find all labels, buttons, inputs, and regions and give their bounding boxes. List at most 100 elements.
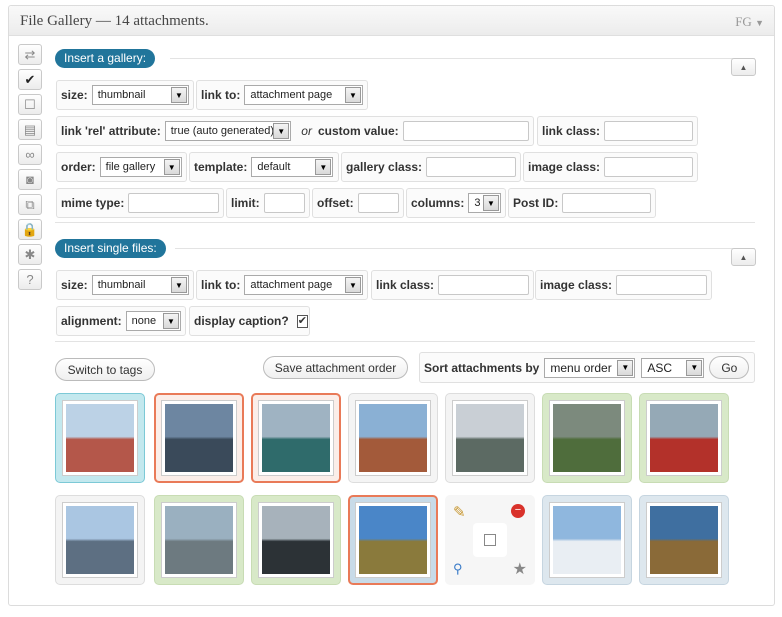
gallery-limit-group: limit:	[226, 188, 310, 218]
gallery-columns-group: columns: 3 ▼	[406, 188, 506, 218]
chevron-down-icon[interactable]: ▼	[163, 159, 180, 175]
attachment-thumbnail[interactable]	[251, 495, 341, 585]
single-link-to-select[interactable]: attachment page ▼	[244, 275, 363, 295]
photo	[553, 404, 621, 472]
attachment-image[interactable]	[161, 400, 237, 476]
triangle-down-icon[interactable]: ▼	[755, 18, 764, 28]
chevron-down-icon[interactable]: ▼	[315, 159, 332, 175]
gallery-size-select[interactable]: thumbnail ▼	[91, 85, 189, 105]
attachment-thumbnail[interactable]	[251, 393, 341, 483]
attachment-image[interactable]	[355, 502, 431, 578]
gallery-order-select[interactable]: file gallery ▼	[99, 157, 182, 177]
display-caption-checkbox[interactable]: ✔	[296, 314, 308, 328]
attachment-thumbnail[interactable]	[154, 495, 244, 585]
chevron-down-icon[interactable]: ▼	[171, 87, 187, 103]
gallery-image-class-input[interactable]	[604, 157, 693, 177]
settings-button[interactable]: ✱	[18, 244, 42, 265]
gallery-link-class-input[interactable]	[604, 121, 693, 141]
check-all-button[interactable]: ✔	[18, 69, 42, 90]
collapse-gallery-button[interactable]: ▲	[731, 58, 756, 76]
photo	[553, 506, 621, 574]
gallery-template-select[interactable]: default ▼	[251, 157, 334, 177]
copy-button[interactable]: ▤	[18, 119, 42, 140]
attachment-thumbnail[interactable]	[542, 495, 632, 585]
alignment-select[interactable]: none ▼	[125, 311, 181, 331]
attachment-image[interactable]	[355, 400, 431, 476]
attachment-thumbnail[interactable]	[542, 393, 632, 483]
attachment-image[interactable]	[549, 502, 625, 578]
copy-all-button[interactable]: ⧉	[18, 194, 42, 215]
attachment-image[interactable]	[62, 400, 138, 476]
columns-select[interactable]: 3 ▼	[468, 193, 501, 213]
lock-button[interactable]: 🔒	[18, 219, 42, 240]
attachment-thumbnail[interactable]	[154, 393, 244, 483]
attachment-thumbnail[interactable]	[445, 393, 535, 483]
attachment-image[interactable]	[549, 400, 625, 476]
attachment-image[interactable]	[161, 502, 237, 578]
attachment-thumbnail[interactable]	[348, 393, 438, 483]
photo	[456, 404, 524, 472]
copy-icon: ▤	[23, 121, 37, 137]
attachment-image[interactable]	[646, 502, 722, 578]
go-button[interactable]: Go	[709, 356, 750, 379]
attachment-thumbnail[interactable]	[55, 393, 145, 483]
switch-to-tags-button[interactable]: Switch to tags	[55, 358, 155, 381]
delete-icon[interactable]: −	[511, 504, 525, 518]
chevron-down-icon[interactable]: ▼	[617, 359, 634, 376]
camera-button[interactable]: ◙	[18, 169, 42, 190]
uncheck-all-button[interactable]: ☐	[18, 94, 42, 115]
help-button[interactable]: ?	[18, 269, 42, 290]
gallery-link-rel-group: link 'rel' attribute: true (auto generat…	[56, 116, 534, 146]
star-icon[interactable]: ★	[513, 559, 527, 579]
single-size-select[interactable]: thumbnail ▼	[91, 275, 189, 295]
mime-type-input[interactable]	[128, 193, 219, 213]
gallery-link-to-select[interactable]: attachment page ▼	[244, 85, 363, 105]
chevron-down-icon[interactable]: ▼	[345, 87, 361, 103]
panel-header[interactable]: File Gallery — 14 attachments. FG ▼	[9, 6, 774, 36]
gallery-post-id-group: Post ID:	[508, 188, 656, 218]
uncheck-all-icon: ☐	[24, 96, 36, 112]
attachment-image[interactable]	[258, 400, 334, 476]
attachment-thumbnail[interactable]	[55, 495, 145, 585]
photo	[165, 506, 233, 574]
collapse-single-button[interactable]: ▲	[731, 248, 756, 266]
refresh-button[interactable]: ⇄	[18, 44, 42, 65]
photo	[66, 404, 134, 472]
attachment-item-controls[interactable]: ✎ − ⚲ ★	[445, 495, 535, 585]
offset-input[interactable]	[357, 193, 399, 213]
post-id-input[interactable]	[562, 193, 651, 213]
gallery-template-group: template: default ▼	[189, 152, 339, 182]
panel-title: File Gallery — 14 attachments.	[20, 13, 209, 29]
save-order-button[interactable]: Save attachment order	[263, 356, 408, 379]
custom-rel-input[interactable]	[402, 121, 529, 141]
insert-single-label[interactable]: Insert single files:	[55, 239, 166, 258]
attachment-image[interactable]	[646, 400, 722, 476]
photo	[650, 506, 718, 574]
single-link-class-input[interactable]	[438, 275, 529, 295]
unlink-button[interactable]: ∞	[18, 144, 42, 165]
gallery-class-input[interactable]	[426, 157, 516, 177]
pencil-icon[interactable]: ✎	[453, 503, 466, 521]
chevron-down-icon[interactable]: ▼	[483, 195, 499, 211]
select-checkbox[interactable]	[473, 523, 507, 557]
attachment-image[interactable]	[62, 502, 138, 578]
chevron-down-icon[interactable]: ▼	[345, 277, 361, 293]
link-rel-select[interactable]: true (auto generated) ▼	[164, 121, 292, 141]
chevron-down-icon[interactable]: ▼	[686, 359, 703, 376]
chevron-down-icon[interactable]: ▼	[273, 123, 290, 139]
single-image-class-input[interactable]	[616, 275, 707, 295]
sort-field-select[interactable]: menu order ▼	[544, 357, 636, 378]
sort-direction-select[interactable]: ASC ▼	[641, 357, 705, 378]
attachment-image[interactable]	[258, 502, 334, 578]
panel-badge[interactable]: FG ▼	[735, 14, 764, 30]
attachment-thumbnail[interactable]	[639, 495, 729, 585]
attachment-thumbnail[interactable]	[639, 393, 729, 483]
magnifier-icon[interactable]: ⚲	[453, 561, 463, 577]
display-caption-group: display caption? ✔	[189, 306, 310, 336]
chevron-down-icon[interactable]: ▼	[163, 313, 179, 329]
chevron-down-icon[interactable]: ▼	[171, 277, 187, 293]
limit-input[interactable]	[263, 193, 305, 213]
attachment-thumbnail[interactable]	[348, 495, 438, 585]
photo	[359, 404, 427, 472]
attachment-image[interactable]	[452, 400, 528, 476]
